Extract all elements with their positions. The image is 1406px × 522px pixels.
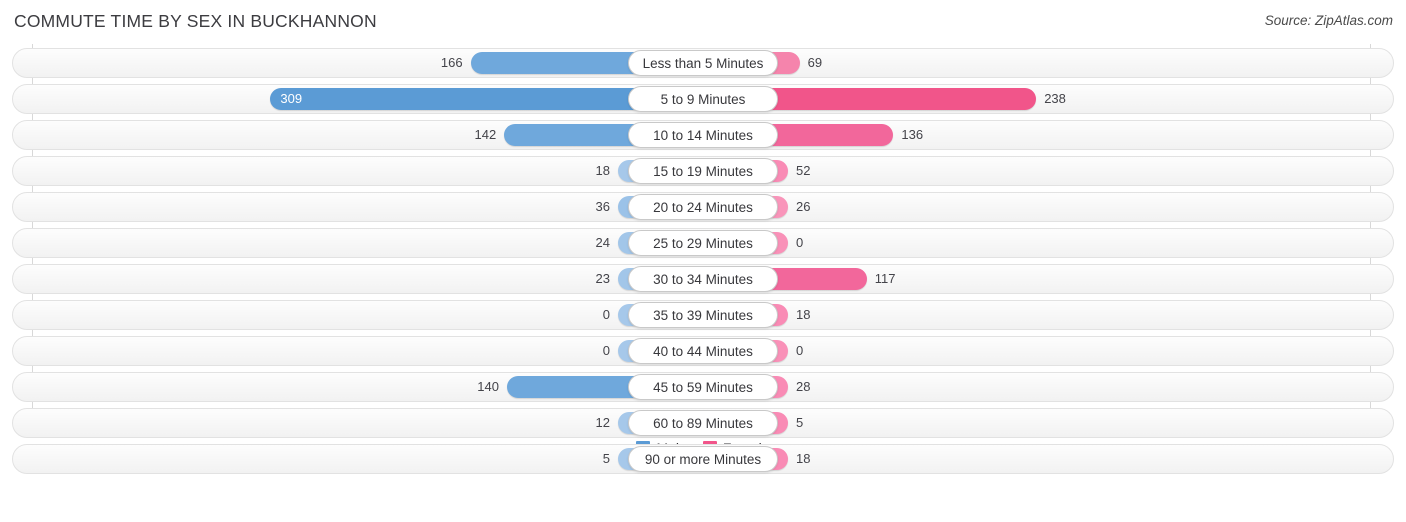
bar-row-inner: 0 0 40 to 44 Minutes [13, 337, 1393, 365]
bar-row[interactable]: 140 28 45 to 59 Minutes [12, 372, 1394, 402]
value-label-female: 0 [796, 343, 804, 358]
value-label-female: 18 [796, 307, 811, 322]
bar-row-inner: 36 26 20 to 24 Minutes [13, 193, 1393, 221]
value-label-male: 23 [595, 271, 610, 286]
category-label-pill: 40 to 44 Minutes [628, 338, 778, 364]
value-label-female: 5 [796, 415, 804, 430]
bar-row[interactable]: 166 69 Less than 5 Minutes [12, 48, 1394, 78]
bar-row[interactable]: 0 0 40 to 44 Minutes [12, 336, 1394, 366]
value-label-male: 5 [602, 451, 610, 466]
source-attribution: Source: ZipAtlas.com [1264, 13, 1393, 28]
value-label-male: 309 [280, 91, 303, 106]
value-label-male: 0 [602, 307, 610, 322]
bar-row-inner: 18 52 15 to 19 Minutes [13, 157, 1393, 185]
category-label-pill: 60 to 89 Minutes [628, 410, 778, 436]
value-label-female: 136 [901, 127, 924, 142]
value-label-male: 140 [477, 379, 499, 394]
value-label-male: 24 [595, 235, 610, 250]
value-label-male: 12 [595, 415, 610, 430]
chart-plot-area: 166 69 Less than 5 Minutes 309 238 5 to 9 Min… [0, 44, 1406, 482]
category-label-pill: 45 to 59 Minutes [628, 374, 778, 400]
value-label-male: 166 [440, 55, 463, 70]
value-label-female: 238 [1044, 91, 1066, 106]
page-title: COMMUTE TIME BY SEX IN BUCKHANNON [14, 11, 377, 31]
bar-row[interactable]: 18 52 15 to 19 Minutes [12, 156, 1394, 186]
bar-row[interactable]: 24 0 25 to 29 Minutes [12, 228, 1394, 258]
category-label-pill: 5 to 9 Minutes [628, 86, 778, 112]
value-label-male: 0 [602, 343, 610, 358]
bar-row-inner: 142 136 10 to 14 Minutes [13, 121, 1393, 149]
bar-row[interactable]: 309 238 5 to 9 Minutes [12, 84, 1394, 114]
bar-row[interactable]: 23 117 30 to 34 Minutes [12, 264, 1394, 294]
value-label-male: 36 [595, 199, 610, 214]
bar-row[interactable]: 12 5 60 to 89 Minutes [12, 408, 1394, 438]
bar-row[interactable]: 5 18 90 or more Minutes [12, 444, 1394, 474]
bar-row-inner: 140 28 45 to 59 Minutes [13, 373, 1393, 401]
bar-row-inner: 0 18 35 to 39 Minutes [13, 301, 1393, 329]
value-label-female: 0 [796, 235, 804, 250]
category-label-pill: 35 to 39 Minutes [628, 302, 778, 328]
value-label-male: 142 [474, 127, 497, 142]
bar-row-inner: 166 69 Less than 5 Minutes [13, 49, 1393, 77]
bar-row-inner: 309 238 5 to 9 Minutes [13, 85, 1393, 113]
value-label-female: 18 [796, 451, 811, 466]
value-label-female: 26 [796, 199, 811, 214]
bar-row-inner: 24 0 25 to 29 Minutes [13, 229, 1393, 257]
category-label-pill: Less than 5 Minutes [628, 50, 778, 76]
value-label-female: 52 [796, 163, 811, 178]
bar-row-inner: 12 5 60 to 89 Minutes [13, 409, 1393, 437]
category-label-pill: 25 to 29 Minutes [628, 230, 778, 256]
bar-row[interactable]: 36 26 20 to 24 Minutes [12, 192, 1394, 222]
category-label-pill: 15 to 19 Minutes [628, 158, 778, 184]
value-label-female: 28 [796, 379, 811, 394]
value-label-male: 18 [595, 163, 610, 178]
bar-row[interactable]: 142 136 10 to 14 Minutes [12, 120, 1394, 150]
value-label-female: 117 [874, 271, 896, 286]
bar-row-inner: 5 18 90 or more Minutes [13, 445, 1393, 473]
category-label-pill: 30 to 34 Minutes [628, 266, 778, 292]
bar-row[interactable]: 0 18 35 to 39 Minutes [12, 300, 1394, 330]
bar-row-list: 166 69 Less than 5 Minutes 309 238 5 to 9 Min… [0, 44, 1406, 474]
chart-header: COMMUTE TIME BY SEX IN BUCKHANNON Source… [0, 0, 1406, 44]
category-label-pill: 20 to 24 Minutes [628, 194, 778, 220]
category-label-pill: 10 to 14 Minutes [628, 122, 778, 148]
category-label-pill: 90 or more Minutes [628, 446, 778, 472]
bar-row-inner: 23 117 30 to 34 Minutes [13, 265, 1393, 293]
value-label-female: 69 [807, 55, 823, 70]
